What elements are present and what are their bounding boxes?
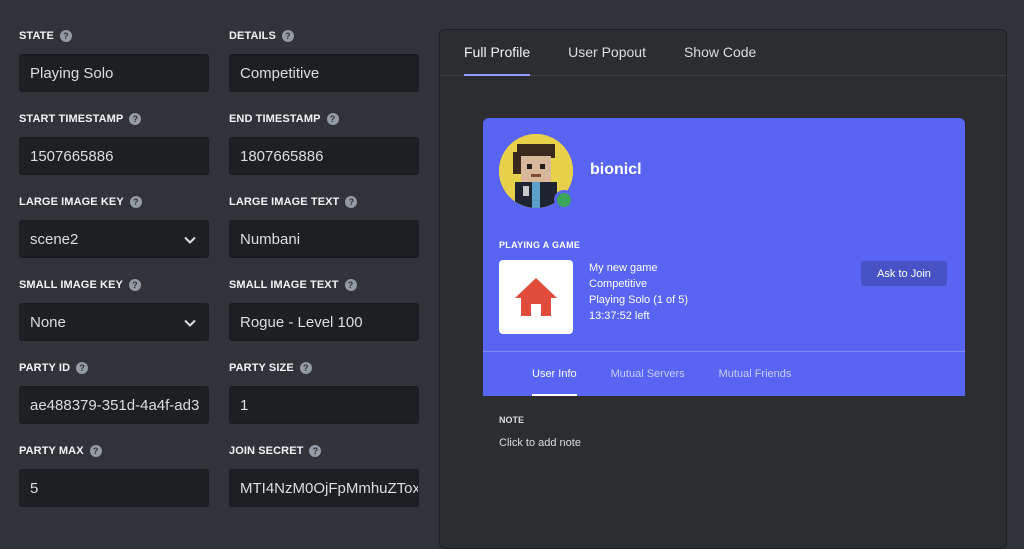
large-image-text-input[interactable]: Numbani [229,220,419,258]
state-label: STATE [19,30,54,42]
small-image-text-label: SMALL IMAGE TEXT [229,279,339,291]
large-image-key-label: LARGE IMAGE KEY [19,196,124,208]
chevron-down-icon [184,304,196,340]
details-field: DETAILS? Competitive [229,28,421,92]
end-timestamp-field: END TIMESTAMP? 1807665886 [229,111,421,175]
small-image-key-label: SMALL IMAGE KEY [19,279,123,291]
tab-user-popout[interactable]: User Popout [568,30,646,75]
tab-show-code[interactable]: Show Code [684,30,756,75]
join-secret-input[interactable]: MTI4NzM0OjFpMmhuZToxN [229,469,419,507]
note-input[interactable]: Click to add note [499,437,581,449]
help-icon[interactable]: ? [344,279,357,291]
party-max-input[interactable]: 5 [19,469,209,507]
large-image-text-label: LARGE IMAGE TEXT [229,196,340,208]
start-timestamp-label: START TIMESTAMP [19,113,124,125]
help-icon[interactable]: ? [76,362,89,374]
large-image-key-field: LARGE IMAGE KEY? scene2 [19,194,211,258]
activity-header: PLAYING A GAME [499,240,581,250]
small-image-key-select[interactable]: None [19,303,209,341]
game-large-image [499,260,573,334]
small-image-text-field: SMALL IMAGE TEXT? Rogue - Level 100 [229,277,421,341]
large-image-key-select[interactable]: scene2 [19,220,209,258]
profile-header: bionicl PLAYING A GAME My new game Compe… [483,118,965,396]
details-input[interactable]: Competitive [229,54,419,92]
party-size-input[interactable]: 1 [229,386,419,424]
note-label: NOTE [499,415,525,425]
help-icon[interactable]: ? [128,279,141,291]
activity-state: Playing Solo (1 of 5) [589,294,689,306]
party-size-field: PARTY SIZE? 1 [229,360,421,424]
small-image-key-field: SMALL IMAGE KEY? None [19,277,211,341]
username: bionicl [590,161,642,178]
small-image-text-input[interactable]: Rogue - Level 100 [229,303,419,341]
party-id-field: PARTY ID? ae488379-351d-4a4f-ad3 [19,360,211,424]
join-secret-field: JOIN SECRET? MTI4NzM0OjFpMmhuZToxN [229,443,421,507]
party-id-label: PARTY ID [19,362,71,374]
state-field: STATE? Playing Solo [19,28,211,92]
small-image-key-value: None [30,314,66,331]
large-image-text-field: LARGE IMAGE TEXT? Numbani [229,194,421,258]
party-max-field: PARTY MAX? 5 [19,443,211,507]
start-timestamp-field: START TIMESTAMP? 1507665886 [19,111,211,175]
activity-info: My new game Competitive Playing Solo (1 … [589,260,688,324]
tab-full-profile[interactable]: Full Profile [464,30,531,76]
activity-name: My new game [589,262,658,274]
help-icon[interactable]: ? [59,30,72,42]
party-id-input[interactable]: ae488379-351d-4a4f-ad3 [19,386,209,424]
help-icon[interactable]: ? [129,196,142,208]
profile-tabs: User Info Mutual Servers Mutual Friends [483,351,965,396]
start-timestamp-input[interactable]: 1507665886 [19,137,209,175]
activity-time-left: 13:37:52 left [589,310,650,322]
help-icon[interactable]: ? [299,362,312,374]
chevron-down-icon [184,221,196,257]
join-secret-label: JOIN SECRET [229,445,304,457]
state-input[interactable]: Playing Solo [19,54,209,92]
end-timestamp-label: END TIMESTAMP [229,113,321,125]
activity-details: Competitive [589,278,648,290]
large-image-key-value: scene2 [30,231,79,248]
tab-user-info[interactable]: User Info [532,352,577,396]
help-icon[interactable]: ? [345,196,358,208]
help-icon[interactable]: ? [89,445,102,457]
profile-card: bionicl PLAYING A GAME My new game Compe… [483,118,965,548]
details-label: DETAILS [229,30,276,42]
tab-mutual-servers[interactable]: Mutual Servers [611,352,685,396]
help-icon[interactable]: ? [281,30,294,42]
party-size-label: PARTY SIZE [229,362,294,374]
rich-presence-form: STATE? Playing Solo DETAILS? Competitive… [0,0,440,536]
end-timestamp-input[interactable]: 1807665886 [229,137,419,175]
preview-tabs: Full Profile User Popout Show Code [440,30,1006,76]
help-icon[interactable]: ? [326,113,339,125]
online-status-icon [554,190,574,210]
house-icon [515,278,557,316]
help-icon[interactable]: ? [309,445,322,457]
party-max-label: PARTY MAX [19,445,84,457]
ask-to-join-button[interactable]: Ask to Join [861,261,947,286]
tab-mutual-friends[interactable]: Mutual Friends [719,352,792,396]
preview-panel: Full Profile User Popout Show Code bioni… [439,29,1007,549]
help-icon[interactable]: ? [129,113,142,125]
